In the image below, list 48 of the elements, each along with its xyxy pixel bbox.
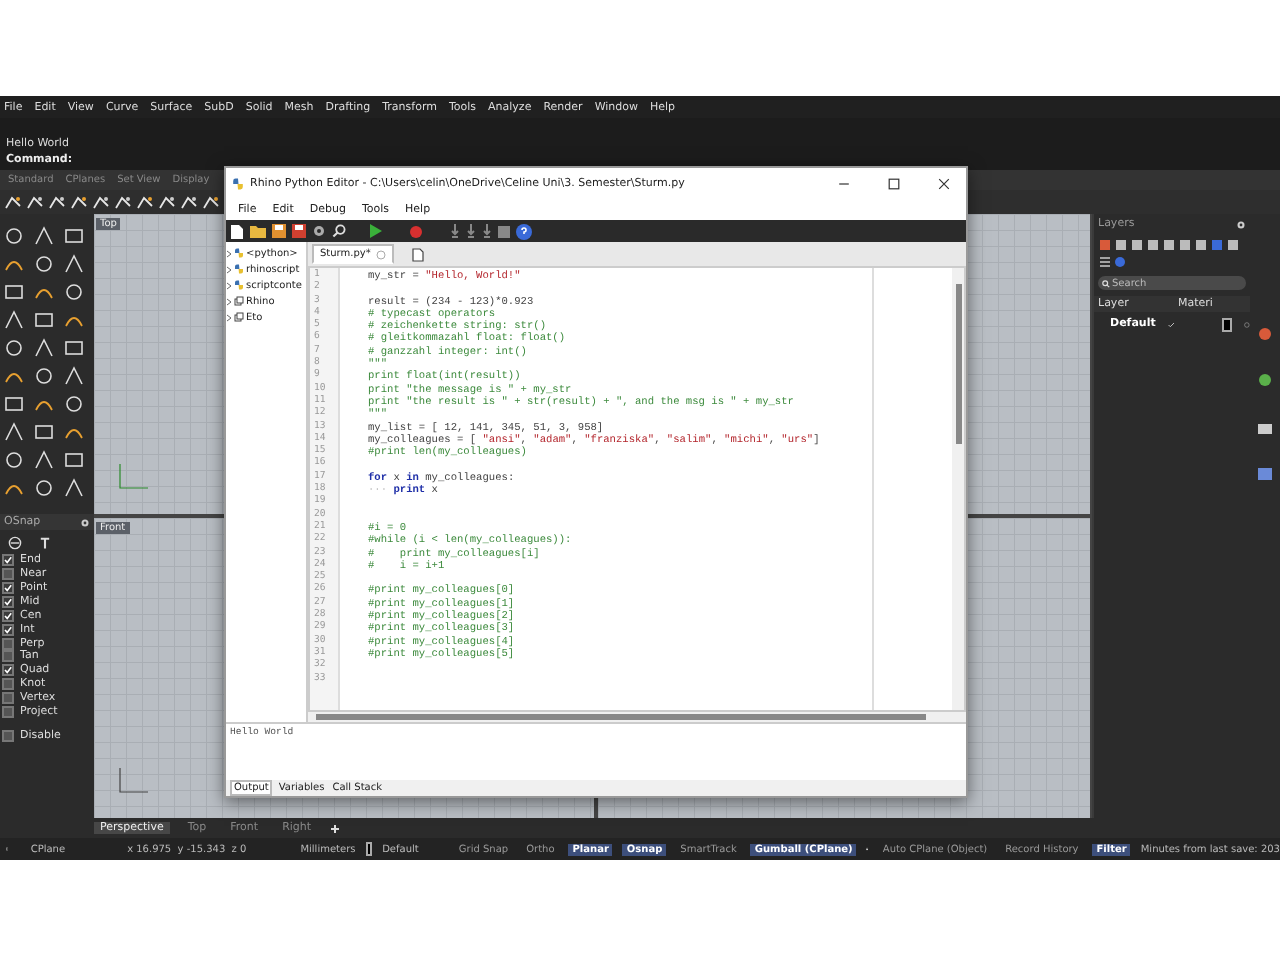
save-all-icon[interactable]: [292, 224, 306, 238]
breakpoint-icon[interactable]: [410, 225, 422, 237]
checkbox[interactable]: [2, 650, 14, 663]
close-icon[interactable]: [376, 249, 387, 259]
checkbox[interactable]: [2, 729, 14, 742]
snap-tab-icon[interactable]: [8, 535, 22, 549]
checkbox[interactable]: [2, 692, 14, 705]
gear-icon[interactable]: [312, 224, 326, 238]
maximize-icon: [888, 177, 900, 189]
axis-icon: [118, 766, 150, 794]
python-logo-icon: [234, 280, 244, 290]
settings-icon[interactable]: [80, 517, 90, 527]
snap-tab-icon[interactable]: [38, 535, 52, 549]
settings-icon[interactable]: [1236, 219, 1246, 229]
step-icon[interactable]: [450, 224, 460, 238]
material-circle-icon[interactable]: [1244, 319, 1250, 329]
new-tab-icon[interactable]: [412, 247, 425, 261]
checkbox[interactable]: [2, 623, 14, 636]
close-icon: [938, 177, 950, 189]
layer-color-swatch[interactable]: [1222, 317, 1233, 331]
scrollbar-thumb[interactable]: [316, 714, 926, 720]
folder-icon[interactable]: [250, 224, 266, 238]
stop-icon[interactable]: [498, 225, 510, 237]
step-icon[interactable]: [482, 224, 492, 238]
python-logo-icon: [234, 248, 244, 258]
python-logo-icon: [232, 177, 244, 189]
checkbox[interactable]: [2, 609, 14, 622]
checkbox[interactable]: [2, 554, 14, 567]
search-icon: [1102, 279, 1110, 287]
python-logo-icon: [234, 264, 244, 274]
layer-color-swatch: [365, 842, 373, 856]
checkbox[interactable]: [2, 581, 14, 594]
minimize-icon: [838, 177, 850, 189]
scrollbar-thumb[interactable]: [955, 284, 961, 444]
checkbox[interactable]: [2, 568, 14, 581]
checkbox[interactable]: [2, 664, 14, 677]
checkbox[interactable]: [2, 705, 14, 718]
add-icon[interactable]: [329, 823, 340, 833]
help-icon[interactable]: [516, 223, 532, 239]
checkbox[interactable]: [2, 637, 14, 650]
run-icon[interactable]: [370, 224, 382, 238]
new-file-icon[interactable]: [230, 223, 244, 239]
step-icon[interactable]: [466, 224, 476, 238]
axis-icon: [118, 462, 150, 490]
search-icon[interactable]: [332, 224, 346, 238]
checkbox[interactable]: [2, 678, 14, 691]
checkbox[interactable]: [2, 595, 14, 608]
save-icon[interactable]: [272, 224, 286, 238]
